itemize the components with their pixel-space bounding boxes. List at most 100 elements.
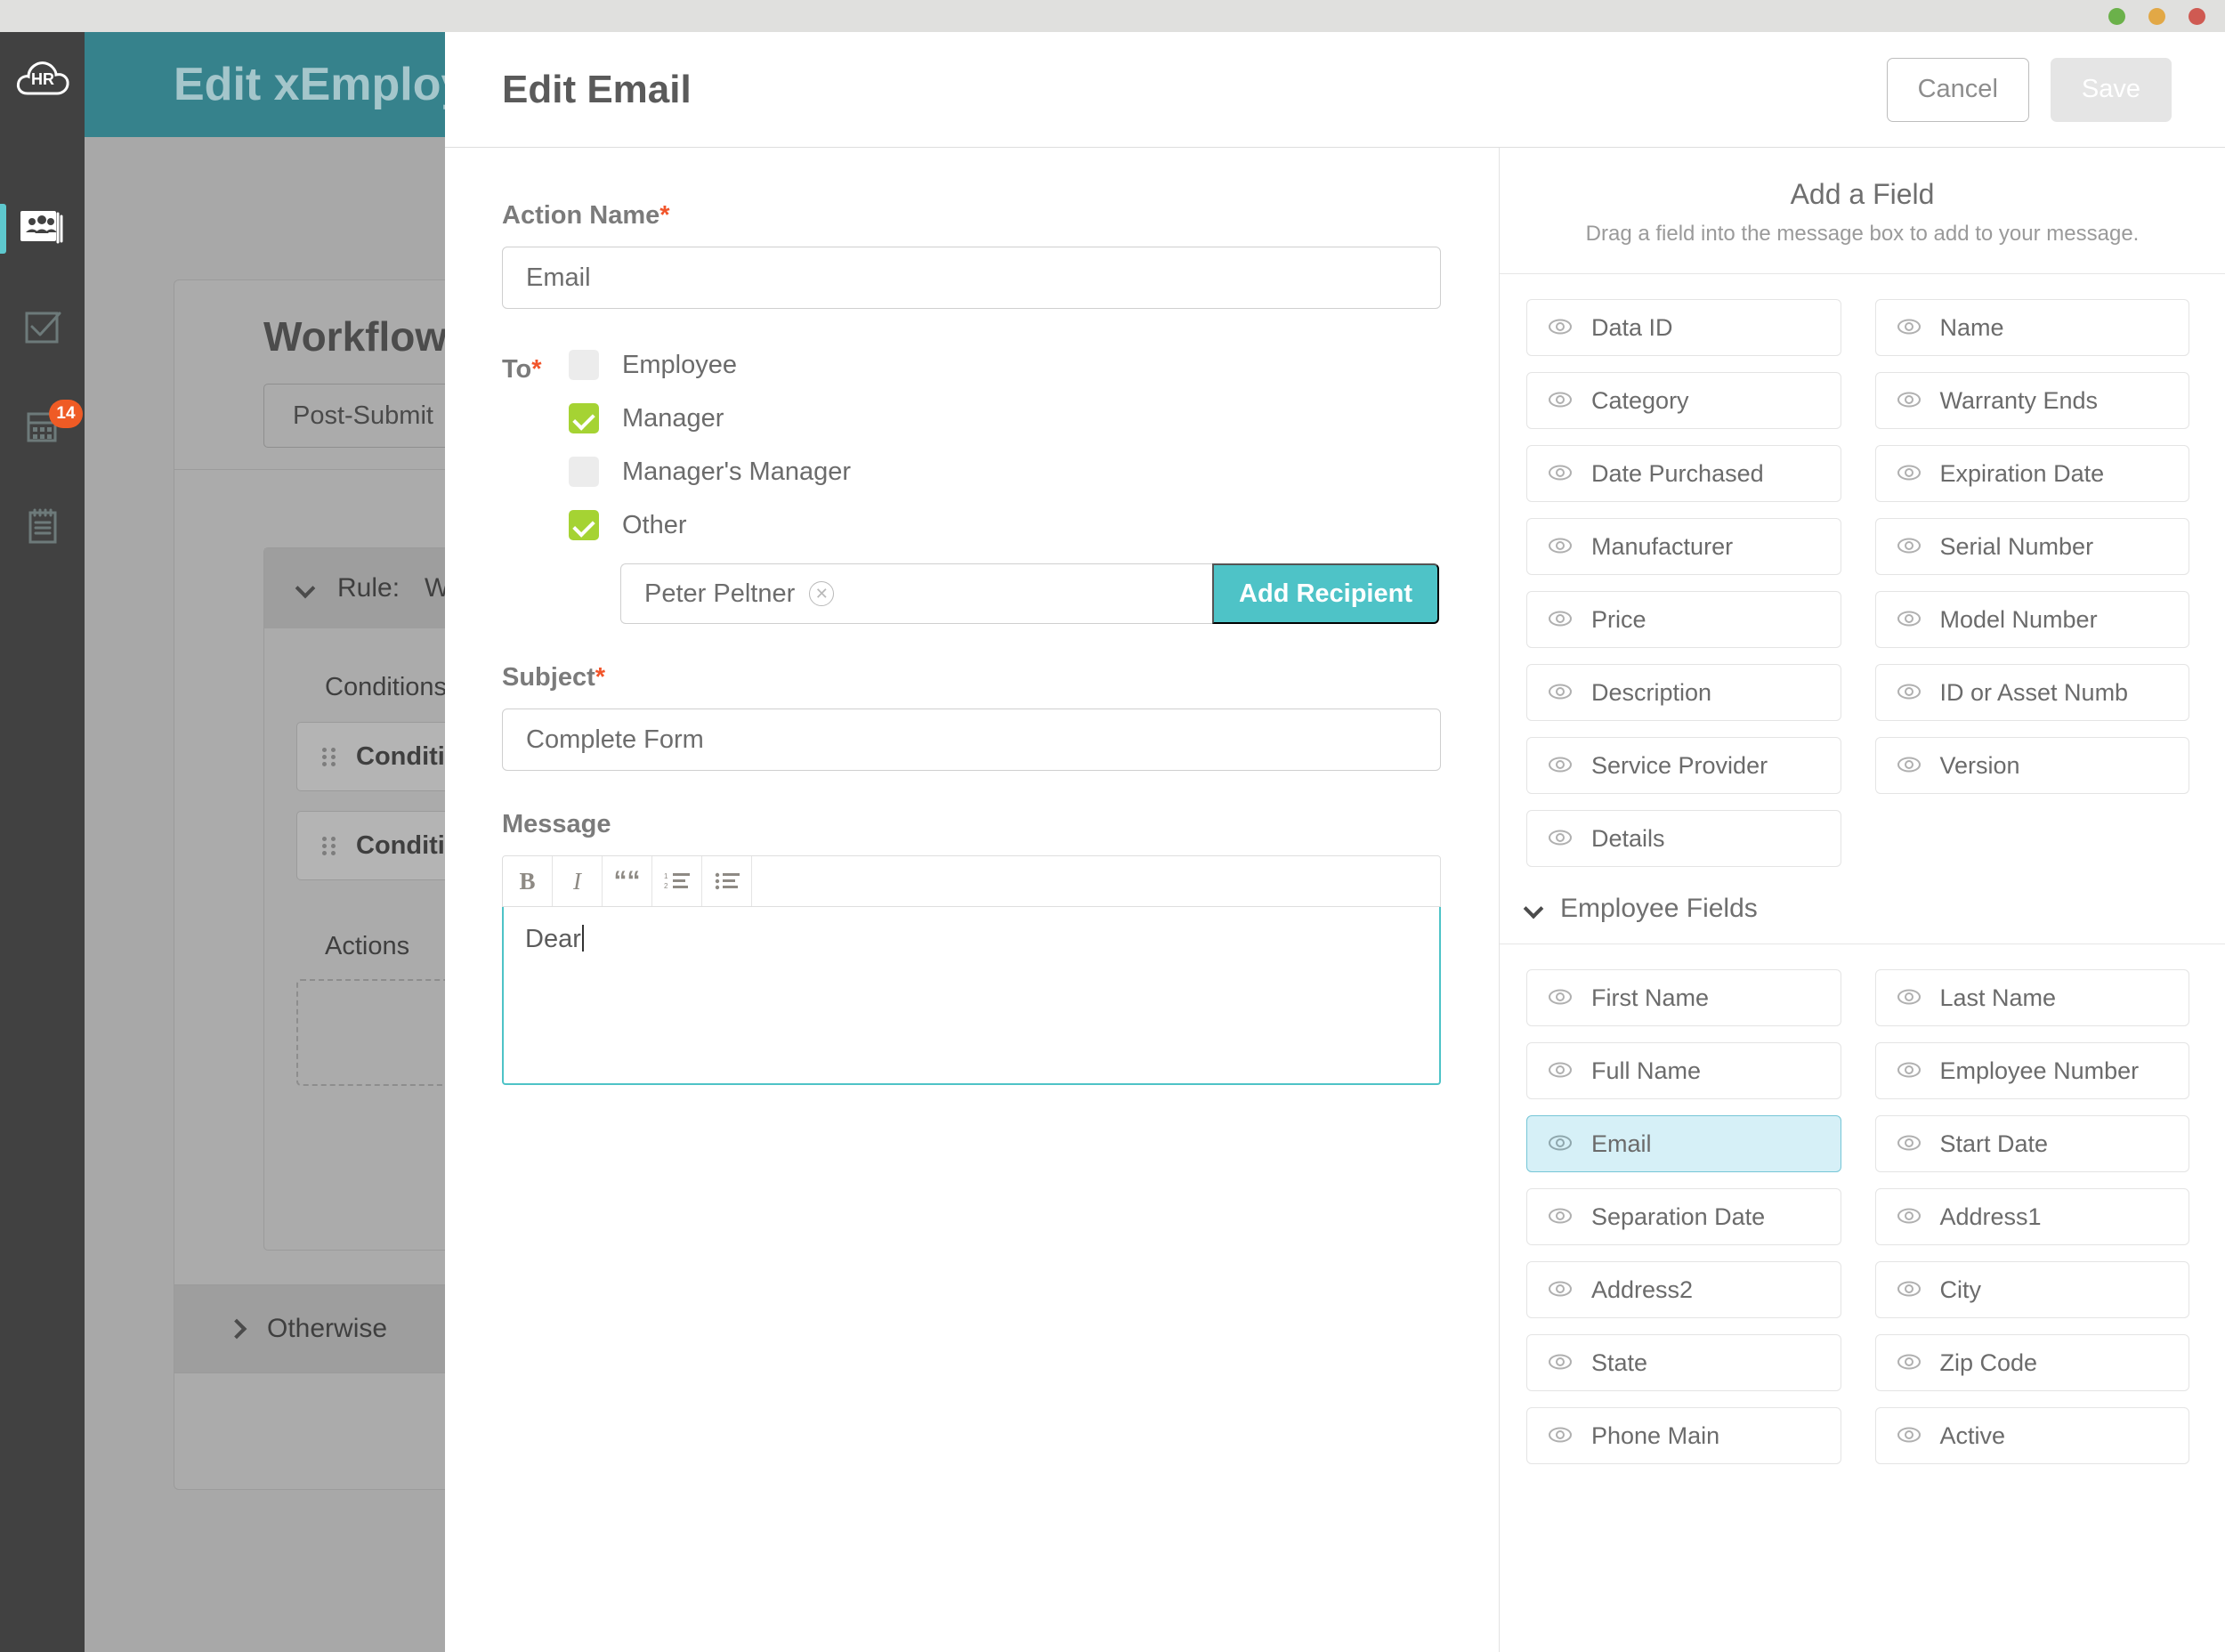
field-chip[interactable]: Warranty Ends: [1875, 372, 2190, 429]
sidebar-item-tasks[interactable]: [0, 279, 85, 378]
eye-icon: [1547, 314, 1574, 342]
hr-cloud-logo[interactable]: HR: [15, 57, 70, 102]
field-chip[interactable]: Date Purchased: [1526, 445, 1841, 502]
svg-text:HR: HR: [31, 70, 54, 88]
eye-icon: [1547, 825, 1574, 853]
field-chip[interactable]: Service Provider: [1526, 737, 1841, 794]
eye-icon: [1547, 606, 1574, 634]
employee-field-chip[interactable]: Employee Number: [1875, 1042, 2190, 1099]
employee-fields-section-header[interactable]: Employee Fields: [1500, 867, 2225, 944]
field-chip-label: ID or Asset Numb: [1940, 679, 2129, 707]
eye-icon: [1547, 1276, 1574, 1304]
eye-icon: [1896, 1130, 1922, 1158]
otherwise-label: Otherwise: [267, 1314, 387, 1344]
field-chip[interactable]: Data ID: [1526, 299, 1841, 356]
manager-checkbox[interactable]: [569, 403, 599, 433]
eye-icon: [1896, 1203, 1922, 1231]
checkbox-row-manager[interactable]: Manager: [569, 403, 1442, 433]
field-chip[interactable]: Model Number: [1875, 591, 2190, 648]
field-chip[interactable]: Manufacturer: [1526, 518, 1841, 575]
sidebar-item-calendar[interactable]: 14: [0, 378, 85, 478]
field-chip[interactable]: ID or Asset Numb: [1875, 664, 2190, 721]
eye-icon: [1896, 1276, 1922, 1304]
managers-manager-checkbox[interactable]: [569, 457, 599, 487]
employee-label: Employee: [622, 351, 737, 380]
employee-field-chip[interactable]: Last Name: [1875, 969, 2190, 1026]
modal-header-actions: Cancel Save: [1887, 58, 2172, 122]
employee-field-chip[interactable]: Full Name: [1526, 1042, 1841, 1099]
employee-field-chip-label: Zip Code: [1940, 1349, 2038, 1377]
save-button[interactable]: Save: [2051, 58, 2172, 122]
field-chip[interactable]: Category: [1526, 372, 1841, 429]
svg-text:1: 1: [664, 872, 668, 880]
field-chip-label: Expiration Date: [1940, 460, 2105, 488]
cancel-button[interactable]: Cancel: [1887, 58, 2029, 122]
employee-field-chip[interactable]: Phone Main: [1526, 1407, 1841, 1464]
field-chip[interactable]: Description: [1526, 664, 1841, 721]
other-checkbox[interactable]: [569, 510, 599, 540]
employee-field-chip[interactable]: Address1: [1875, 1188, 2190, 1245]
employee-field-chip-label: Phone Main: [1591, 1422, 1719, 1450]
drag-handle-icon[interactable]: [322, 745, 336, 768]
employee-field-chip-email[interactable]: Email: [1526, 1115, 1841, 1172]
to-recipient-options: Employee Manager Manager's Manager: [569, 350, 1442, 624]
employee-field-chip-label: State: [1591, 1349, 1647, 1377]
employee-field-chip[interactable]: First Name: [1526, 969, 1841, 1026]
employee-field-chip-label: Last Name: [1940, 984, 2057, 1012]
add-field-header: Add a Field Drag a field into the messag…: [1500, 148, 2225, 274]
message-editor-body[interactable]: Dear: [502, 907, 1441, 1085]
drag-handle-icon[interactable]: [322, 834, 336, 857]
italic-icon[interactable]: I: [553, 856, 603, 906]
employee-field-chip[interactable]: Address2: [1526, 1261, 1841, 1318]
eye-icon: [1547, 1203, 1574, 1231]
recipient-input-row: Peter Peltner ✕ Add Recipient: [620, 563, 1439, 624]
field-chip-label: Price: [1591, 606, 1646, 634]
employee-field-chip[interactable]: City: [1875, 1261, 2190, 1318]
employee-field-chip[interactable]: Zip Code: [1875, 1334, 2190, 1391]
window-minimize-button[interactable]: [2108, 8, 2125, 25]
checkbox-row-employee[interactable]: Employee: [569, 350, 1442, 380]
field-chip-label: Data ID: [1591, 314, 1673, 342]
field-chip[interactable]: Expiration Date: [1875, 445, 2190, 502]
eye-icon: [1896, 387, 1922, 415]
numbered-list-icon[interactable]: 1 2: [652, 856, 702, 906]
bold-icon[interactable]: B: [503, 856, 553, 906]
add-recipient-button[interactable]: Add Recipient: [1212, 563, 1439, 624]
checkbox-row-other[interactable]: Other: [569, 510, 1442, 540]
sidebar-item-directory[interactable]: [0, 179, 85, 279]
employee-field-chip[interactable]: Separation Date: [1526, 1188, 1841, 1245]
field-chip[interactable]: Version: [1875, 737, 2190, 794]
eye-icon: [1547, 752, 1574, 780]
eye-icon: [1896, 679, 1922, 707]
action-name-input[interactable]: Email: [502, 247, 1441, 309]
recipient-input[interactable]: Peter Peltner ✕: [620, 563, 1212, 624]
employee-field-chip-label: Active: [1940, 1422, 2006, 1450]
employee-field-chip[interactable]: Active: [1875, 1407, 2190, 1464]
employee-checkbox[interactable]: [569, 350, 599, 380]
people-book-icon: [19, 206, 67, 253]
blockquote-icon[interactable]: ““: [603, 856, 652, 906]
window-close-button[interactable]: [2189, 8, 2205, 25]
eye-icon: [1896, 460, 1922, 488]
window-maximize-button[interactable]: [2148, 8, 2165, 25]
employee-field-chip[interactable]: Start Date: [1875, 1115, 2190, 1172]
field-chip[interactable]: Serial Number: [1875, 518, 2190, 575]
employee-field-chip-label: Full Name: [1591, 1057, 1701, 1085]
remove-recipient-icon[interactable]: ✕: [809, 581, 834, 606]
subject-input[interactable]: Complete Form: [502, 709, 1441, 771]
field-chip[interactable]: Price: [1526, 591, 1841, 648]
sidebar-item-forms[interactable]: [0, 478, 85, 578]
checkbox-row-managers-manager[interactable]: Manager's Manager: [569, 457, 1442, 487]
text-caret: [582, 925, 584, 952]
eye-icon: [1896, 752, 1922, 780]
field-chip[interactable]: Name: [1875, 299, 2190, 356]
eye-icon: [1896, 314, 1922, 342]
employee-field-chip-label: Separation Date: [1591, 1203, 1765, 1231]
eye-icon: [1547, 679, 1574, 707]
field-chip[interactable]: Details: [1526, 810, 1841, 867]
employee-field-chip[interactable]: State: [1526, 1334, 1841, 1391]
bulleted-list-icon[interactable]: [702, 856, 752, 906]
eye-icon: [1896, 1057, 1922, 1085]
sidebar-rail: HR: [0, 32, 85, 1652]
field-chip-label: Serial Number: [1940, 533, 2094, 561]
